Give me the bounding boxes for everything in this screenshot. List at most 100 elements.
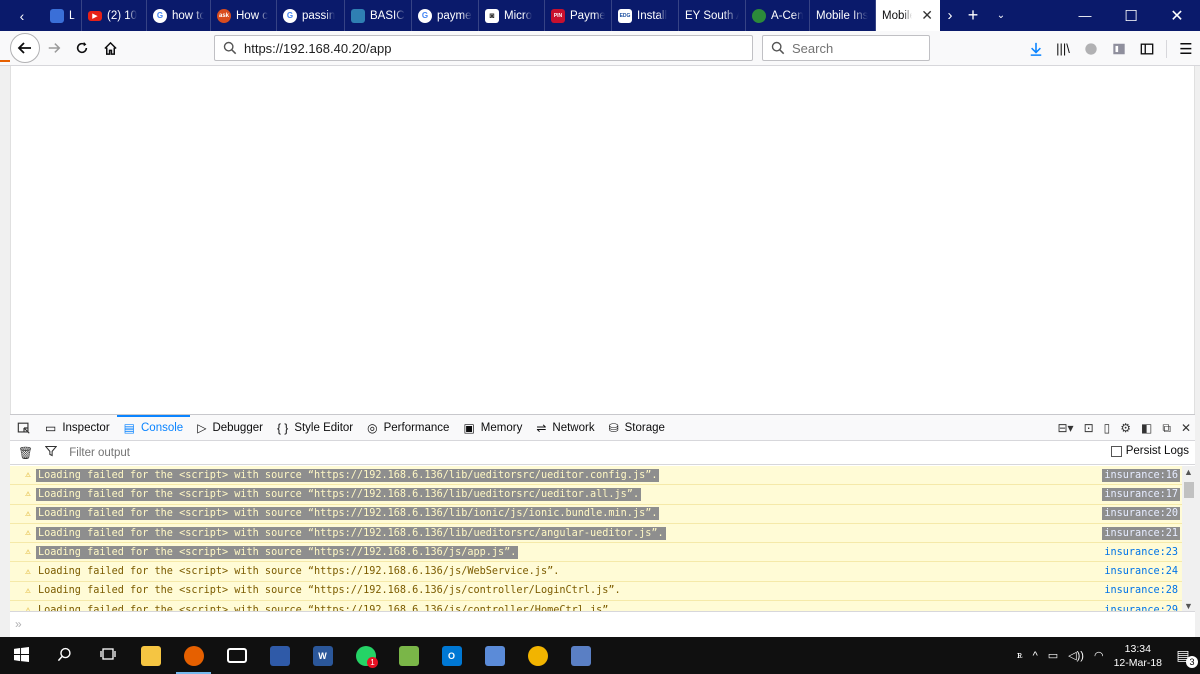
clock[interactable]: 13:34 12-Mar-18 — [1114, 642, 1162, 670]
visual-studio-taskbar-button[interactable] — [258, 637, 301, 674]
chrome-taskbar-button[interactable] — [516, 637, 559, 674]
browser-tab[interactable]: Gpassin — [277, 0, 345, 31]
tab-scroll-left-button[interactable]: ‹ — [0, 0, 44, 31]
whatsapp-taskbar-button[interactable]: 1 — [344, 637, 387, 674]
browser-tab[interactable]: ◙ Micro — [479, 0, 545, 31]
devtools-tab-inspector[interactable]: ▭ Inspector — [38, 415, 117, 441]
browser-tab[interactable]: BASIC — [345, 0, 412, 31]
console-input[interactable]: » — [10, 611, 1195, 636]
console-message: ⚠ Loading failed for the <script> with so… — [10, 562, 1182, 582]
search-placeholder: Search — [792, 40, 834, 56]
console-message-source-link[interactable]: insurance:16 — [1102, 468, 1180, 482]
console-icon: ▤ — [123, 420, 135, 435]
responsive-mode-button[interactable]: ▯ — [1104, 421, 1111, 435]
reload-button[interactable] — [68, 34, 96, 62]
word-taskbar-button[interactable]: W — [301, 637, 344, 674]
battery-icon[interactable]: ▭ — [1048, 649, 1058, 662]
search-taskbar-button[interactable] — [43, 637, 86, 674]
devtools-tab-storage[interactable]: ⛁ Storage — [602, 415, 672, 441]
console-message-source-link[interactable]: insurance:23 — [1102, 546, 1180, 559]
devtools-tab-style-editor[interactable]: { } Style Editor — [270, 415, 360, 441]
separate-window-button[interactable]: ⧉ — [1162, 421, 1171, 436]
library-button[interactable]: |||\ — [1049, 35, 1077, 63]
devtools-tab-memory[interactable]: ▣ Memory — [456, 415, 529, 441]
browser-tab[interactable]: EDG Install — [612, 0, 679, 31]
outlook-taskbar-button[interactable]: O — [430, 637, 473, 674]
clear-console-button[interactable]: 🗑 — [18, 446, 33, 460]
books-taskbar-button[interactable] — [387, 637, 430, 674]
browser-tab[interactable]: ask How c — [211, 0, 277, 31]
url-bar[interactable]: https://192.168.40.20/app — [214, 35, 753, 61]
scroll-down-icon: ▼ — [1184, 601, 1193, 611]
new-tab-button[interactable]: + — [960, 0, 986, 31]
console-message-source-link[interactable]: insurance:21 — [1102, 526, 1180, 540]
close-devtools-button[interactable]: ✕ — [1181, 421, 1191, 435]
globe-button[interactable] — [1077, 35, 1105, 63]
firefox-taskbar-button[interactable] — [172, 637, 215, 674]
edg-icon: EDG — [618, 8, 632, 23]
devtools-tab-label: Console — [141, 421, 184, 434]
mail-taskbar-button[interactable] — [215, 637, 258, 674]
remote-desktop-icon — [570, 645, 591, 666]
search-icon — [57, 647, 72, 665]
console-message-source-link[interactable]: insurance:28 — [1102, 584, 1180, 597]
console-message-text: Loading failed for the <script> with sou… — [38, 585, 621, 597]
browser-tab[interactable]: Gpayme — [412, 0, 479, 31]
all-tabs-button[interactable]: ⌄ — [986, 0, 1016, 31]
devtools-tab-console[interactable]: ▤ Console — [116, 414, 191, 441]
browser-tab[interactable]: PIN Payme — [545, 0, 612, 31]
downloads-button[interactable] — [1023, 35, 1049, 63]
browser-tab[interactable]: Mobile Ins — [810, 0, 876, 31]
windows-start-taskbar-button[interactable] — [0, 637, 43, 674]
dock-side-button[interactable]: ◧ — [1141, 421, 1152, 435]
notification-center-button[interactable]: ▤ 3 — [1172, 646, 1198, 668]
close-tab-icon[interactable]: ✕ — [921, 7, 933, 24]
console-prompt-icon: » — [15, 617, 22, 631]
forward-button[interactable] — [40, 34, 68, 62]
devtools-tab-debugger[interactable]: ▷ Debugger — [190, 415, 270, 441]
browser-tab[interactable]: ▶ (2) 10 — [82, 0, 147, 31]
browser-tab[interactable]: A-Cen — [746, 0, 810, 31]
network-tool-taskbar-button[interactable] — [473, 637, 516, 674]
search-bar[interactable]: Search — [762, 35, 930, 61]
home-button[interactable] — [96, 34, 124, 62]
browser-tab[interactable]: EY South A — [679, 0, 746, 31]
console-message-source-link[interactable]: insurance:24 — [1102, 565, 1180, 578]
browser-tab[interactable]: Mobile ✕ — [876, 0, 940, 31]
element-picker-button[interactable] — [10, 415, 38, 441]
filter-output-input[interactable]: Filter output — [69, 447, 130, 459]
google-icon: G — [418, 8, 432, 23]
remote-desktop-taskbar-button[interactable] — [559, 637, 602, 674]
back-button[interactable] — [10, 33, 40, 63]
devtools-settings-button[interactable]: ⚙ — [1120, 421, 1131, 435]
console-message-source-link[interactable]: insurance:20 — [1102, 507, 1180, 521]
volume-icon[interactable]: ◁)) — [1068, 649, 1084, 662]
wifi-icon[interactable]: ◠ — [1094, 649, 1104, 662]
file-explorer-taskbar-button[interactable] — [129, 637, 172, 674]
scrollbar-thumb[interactable] — [1184, 482, 1194, 498]
task-view-taskbar-button[interactable] — [86, 637, 129, 674]
split-console-button[interactable]: ⊡ — [1084, 421, 1094, 435]
people-icon[interactable]: ꭱ — [1017, 649, 1022, 662]
tray-expand-icon[interactable]: ^ — [1033, 650, 1038, 662]
devtools-toolbar: ▭ Inspector ▤ Console ▷ Debugger { } Style Edit… — [10, 414, 1195, 441]
chevron-left-icon: ‹ — [19, 7, 25, 24]
dock-layout-icon: ⊟▾ — [1057, 421, 1074, 435]
console-message-source-link[interactable]: insurance:17 — [1102, 487, 1180, 501]
reader-button[interactable] — [1105, 35, 1133, 63]
browser-tab[interactable]: Loi — [44, 0, 82, 31]
dock-options-button[interactable]: ⊟▾ — [1058, 421, 1074, 435]
devtools-tab-network[interactable]: ⇌ Network — [529, 415, 601, 441]
sidebar-button[interactable] — [1133, 35, 1161, 63]
file-explorer-icon — [140, 645, 161, 666]
devtools-tab-performance[interactable]: ◎ Performance — [360, 415, 456, 441]
persist-logs-checkbox[interactable]: Persist Logs — [1110, 445, 1189, 457]
close-window-button[interactable]: ✕ — [1154, 0, 1200, 31]
console-scrollbar[interactable]: ▲ ▼ — [1182, 466, 1195, 612]
tab-scroll-right-button[interactable]: › — [940, 0, 960, 31]
menu-button[interactable]: ☰ — [1172, 35, 1200, 63]
window-left-edge — [0, 66, 10, 637]
browser-tab[interactable]: Ghow to — [147, 0, 211, 31]
maximize-button[interactable]: ☐ — [1108, 0, 1154, 31]
minimize-button[interactable]: — — [1062, 0, 1108, 31]
